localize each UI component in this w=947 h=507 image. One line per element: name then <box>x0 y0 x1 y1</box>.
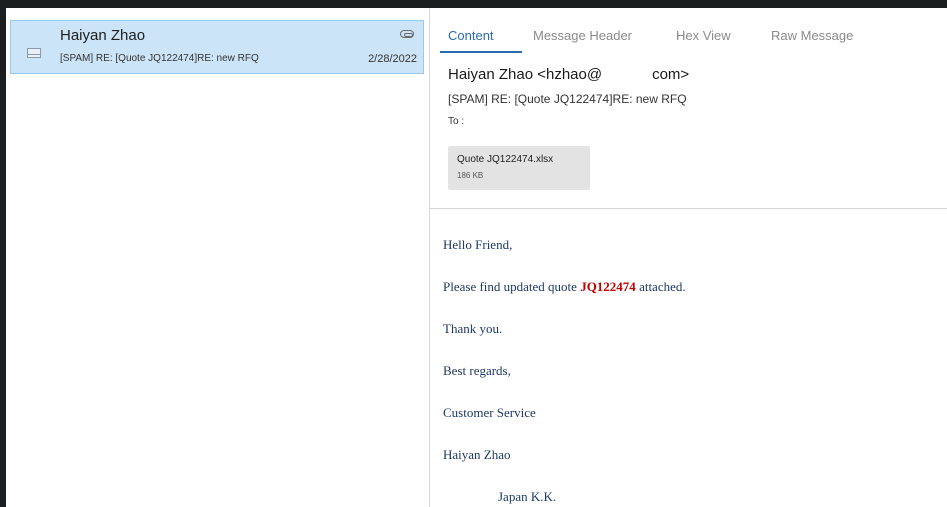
body-quote-line: Please find updated quote JQ122474 attac… <box>443 279 686 295</box>
message-list-item[interactable]: Haiyan Zhao [SPAM] RE: [Quote JQ122474]R… <box>10 20 424 74</box>
message-list-pane: Haiyan Zhao [SPAM] RE: [Quote JQ122474]R… <box>6 8 430 507</box>
envelope-icon <box>27 48 41 58</box>
to-label: To : <box>448 116 465 127</box>
message-header-area: Haiyan Zhao <hzhao@ com> [SPAM] RE: [Quo… <box>430 54 947 209</box>
active-tab-indicator <box>440 51 522 53</box>
view-tabs: Content Message Header Hex View Raw Mess… <box>430 8 947 54</box>
quote-id-highlight: JQ122474 <box>580 279 636 294</box>
body-regards: Best regards, <box>443 363 511 378</box>
attachment-tile[interactable]: Quote JQ122474.xlsx 186 KB <box>448 146 590 190</box>
tab-content[interactable]: Content <box>448 28 494 43</box>
body-quote-post: attached. <box>635 279 686 294</box>
message-date: 2/28/2022 <box>368 53 417 65</box>
body-quote-pre: Please find updated quote <box>443 279 581 294</box>
from-address: Haiyan Zhao <hzhao@ com> <box>448 66 690 83</box>
reading-pane: Content Message Header Hex View Raw Mess… <box>430 8 947 507</box>
body-thanks: Thank you. <box>443 321 503 336</box>
tab-hex-view[interactable]: Hex View <box>676 28 731 43</box>
body-greeting: Hello Friend, <box>443 237 513 252</box>
message-subject: [SPAM] RE: [Quote JQ122474]RE: new RFQ <box>60 53 259 64</box>
attachment-size: 186 KB <box>457 171 484 180</box>
message-body: Hello Friend, Please find updated quote … <box>430 209 947 507</box>
email-viewer-window: Haiyan Zhao [SPAM] RE: [Quote JQ122474]R… <box>6 8 947 507</box>
attachment-name: Quote JQ122474.xlsx <box>457 154 554 165</box>
body-department: Customer Service <box>443 405 536 420</box>
tab-message-header[interactable]: Message Header <box>533 28 632 43</box>
paperclip-icon <box>400 30 414 38</box>
header-subject: [SPAM] RE: [Quote JQ122474]RE: new RFQ <box>448 92 687 106</box>
body-company: Japan K.K. <box>498 489 557 504</box>
tab-raw-message[interactable]: Raw Message <box>771 28 853 43</box>
message-sender: Haiyan Zhao <box>60 27 146 44</box>
body-signature-name: Haiyan Zhao <box>443 447 511 462</box>
